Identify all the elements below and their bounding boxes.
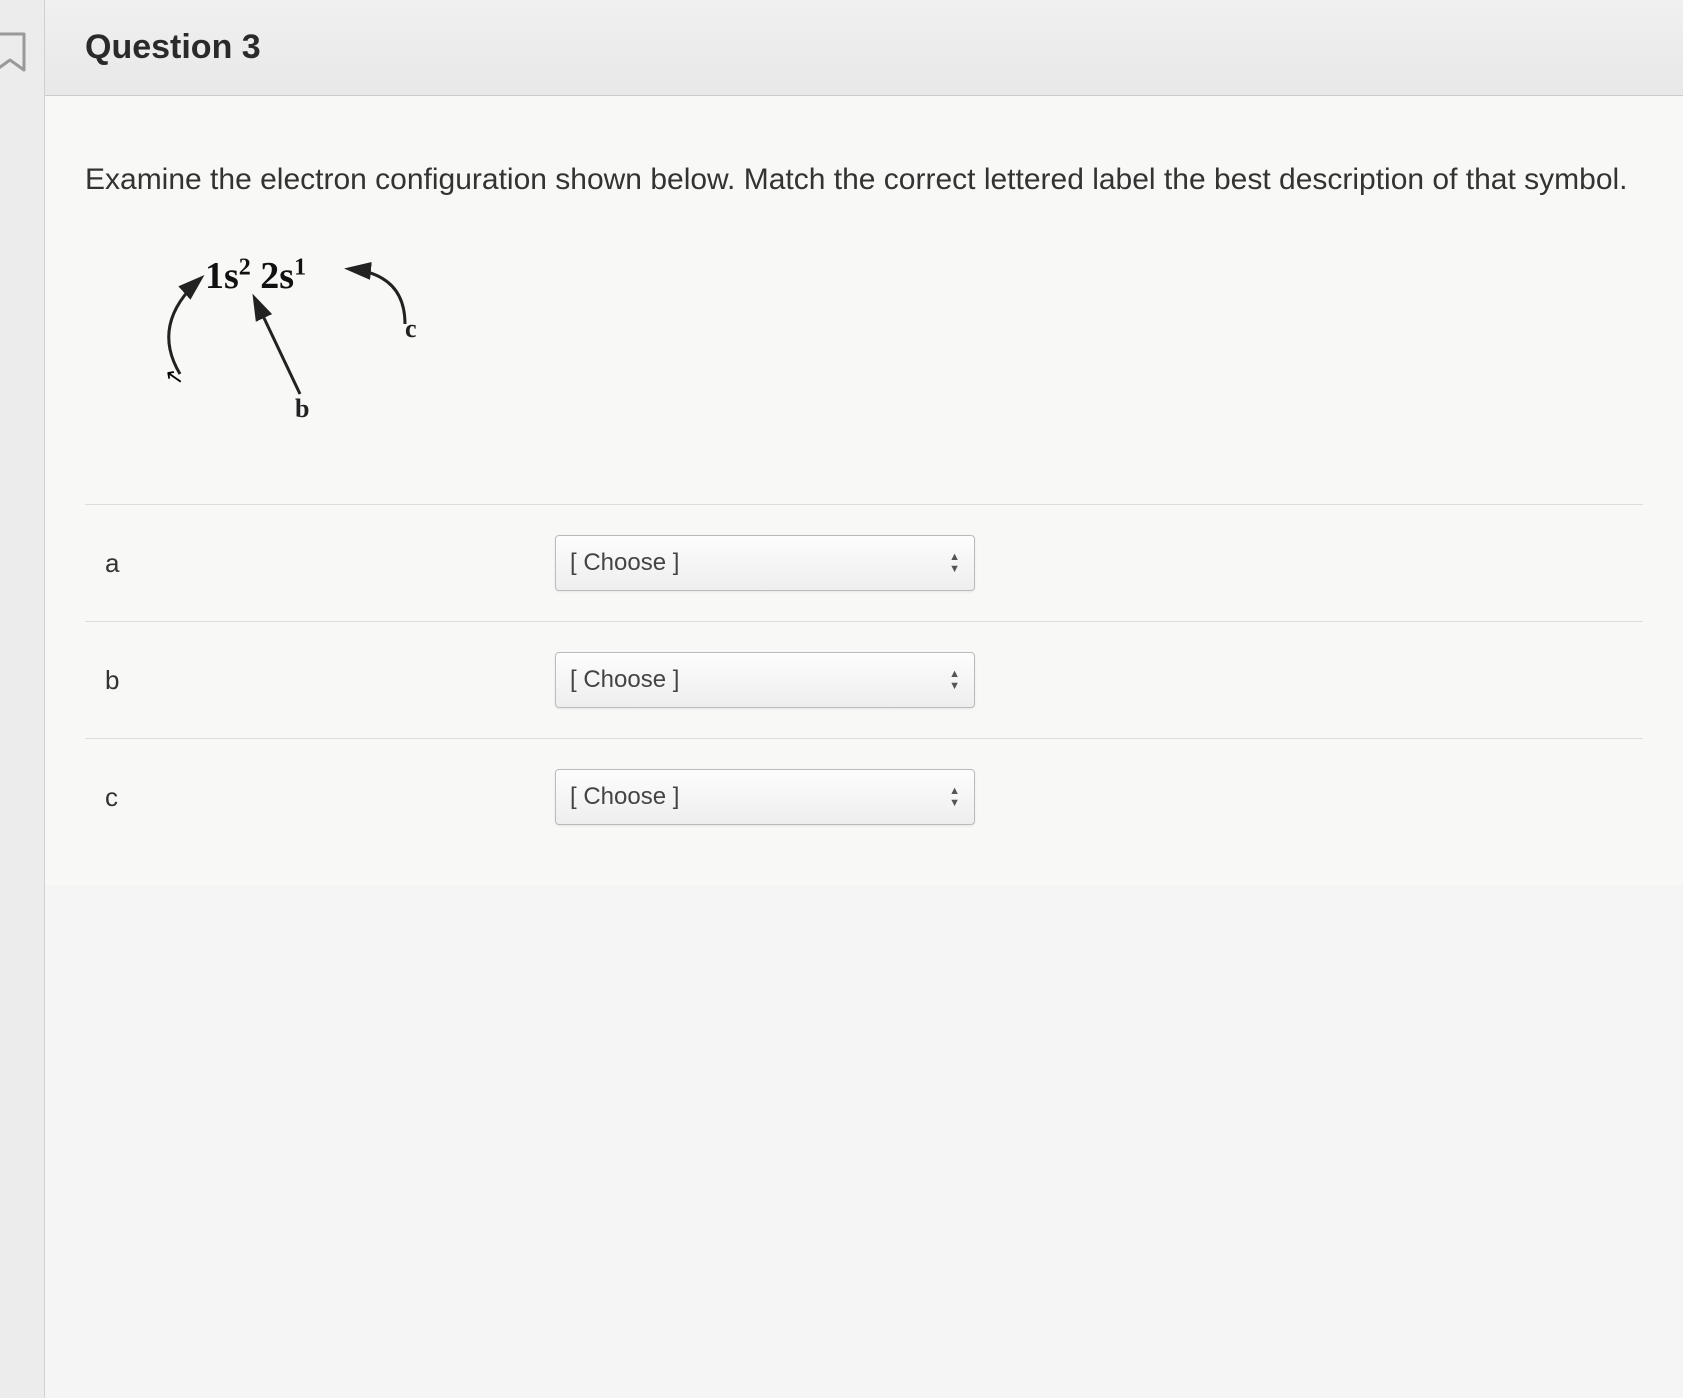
match-row-a: a [ Choose ] ▲▼ <box>85 505 1643 622</box>
dropdown-b[interactable]: [ Choose ] ▲▼ <box>555 652 975 708</box>
question-title: Question 3 <box>85 28 1643 67</box>
dropdown-c[interactable]: [ Choose ] ▲▼ <box>555 769 975 825</box>
dropdown-b-value: [ Choose ] <box>570 666 679 694</box>
question-prompt: Examine the electron configuration shown… <box>85 156 1643 204</box>
dropdown-a-value: [ Choose ] <box>570 549 679 577</box>
match-label-c: c <box>95 782 555 813</box>
updown-icon: ▲▼ <box>949 786 960 809</box>
match-row-c: c [ Choose ] ▲▼ <box>85 739 1643 855</box>
question-header: Question 3 <box>45 0 1683 96</box>
diagram-arrows <box>105 244 525 464</box>
matching-section: a [ Choose ] ▲▼ b [ Choose ] ▲▼ c <box>85 504 1643 855</box>
match-label-b: b <box>95 665 555 696</box>
updown-icon: ▲▼ <box>949 552 960 575</box>
match-label-a: a <box>95 548 555 579</box>
diagram-label-b: b <box>295 394 309 424</box>
diagram-label-c: c <box>405 314 417 344</box>
electron-config-diagram: 1s2 2s1 b c <box>105 244 525 464</box>
dropdown-a[interactable]: [ Choose ] ▲▼ <box>555 535 975 591</box>
bookmark-icon <box>0 30 32 78</box>
updown-icon: ▲▼ <box>949 669 960 692</box>
match-row-b: b [ Choose ] ▲▼ <box>85 622 1643 739</box>
dropdown-c-value: [ Choose ] <box>570 783 679 811</box>
